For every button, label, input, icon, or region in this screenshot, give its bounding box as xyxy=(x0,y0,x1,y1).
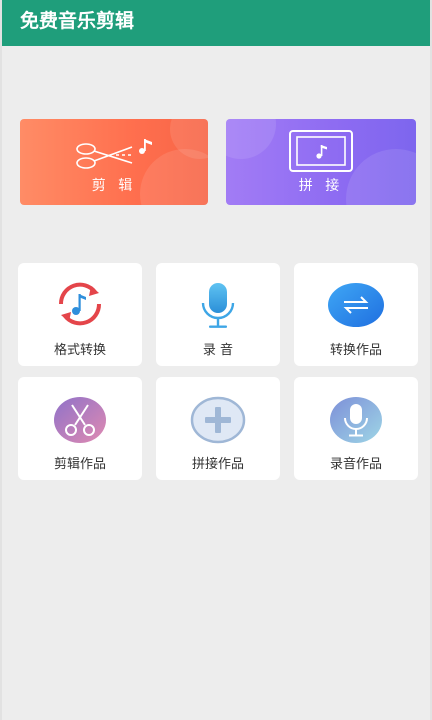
join-card-label: 拼 接 xyxy=(298,178,344,194)
tool-format-convert[interactable]: 格式转换 xyxy=(18,263,142,366)
tool-converted-works-label: 转换作品 xyxy=(329,343,382,358)
tool-recording-works-label: 录音作品 xyxy=(329,457,382,472)
join-works-icon xyxy=(190,396,246,444)
app-title-bar: 免费音乐剪辑 xyxy=(2,0,430,46)
microphone-icon xyxy=(201,283,235,328)
cut-works-icon xyxy=(54,397,106,443)
tool-cut-works-label: 剪辑作品 xyxy=(53,457,106,472)
join-card[interactable]: 拼 接 xyxy=(226,119,416,205)
tool-record-label: 录 音 xyxy=(202,343,234,358)
tool-converted-works[interactable]: 转换作品 xyxy=(294,263,418,366)
tool-join-works-label: 拼接作品 xyxy=(191,457,244,472)
tool-cut-works[interactable]: 剪辑作品 xyxy=(18,377,142,480)
converted-works-icon xyxy=(328,283,384,327)
recording-works-icon xyxy=(330,397,382,443)
scissors-music-icon xyxy=(76,139,152,169)
app-screen: 免费音乐剪辑 剪 辑 拼 接 格式转换 录 音 转换作品 剪辑作品 拼接作品 录… xyxy=(0,0,432,720)
tool-format-convert-label: 格式转换 xyxy=(53,343,106,358)
frame-music-icon xyxy=(289,130,353,172)
tool-join-works[interactable]: 拼接作品 xyxy=(156,377,280,480)
app-title: 免费音乐剪辑 xyxy=(20,10,135,32)
tool-record[interactable]: 录 音 xyxy=(156,263,280,366)
tool-recording-works[interactable]: 录音作品 xyxy=(294,377,418,480)
cut-card[interactable]: 剪 辑 xyxy=(20,119,208,205)
cut-card-label: 剪 辑 xyxy=(91,178,137,194)
format-convert-icon xyxy=(58,282,102,326)
